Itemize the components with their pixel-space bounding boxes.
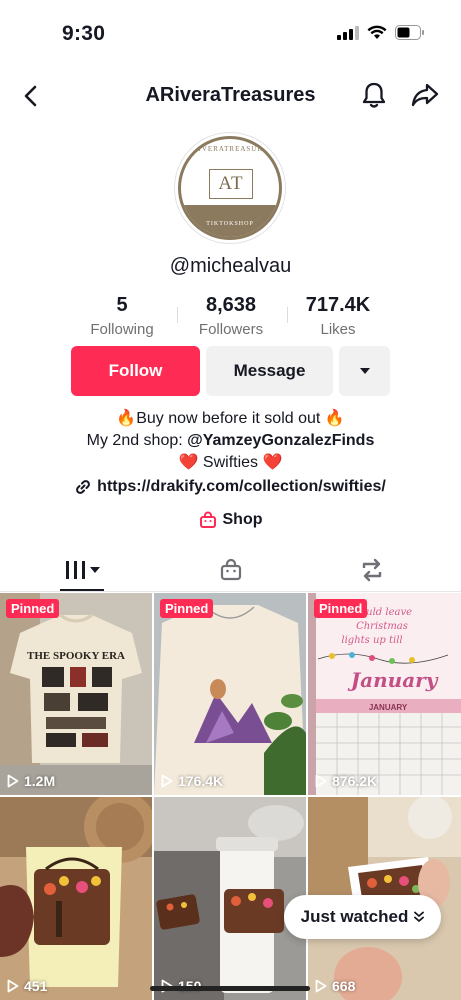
bio-line-1: 🔥Buy now before it sold out 🔥 — [116, 410, 345, 427]
view-count: 176.4K — [161, 773, 223, 789]
video-grid-icon — [66, 561, 100, 579]
avatar-top-text: ARIVERATREASURES — [186, 145, 274, 153]
view-count-text: 451 — [24, 978, 48, 994]
link-icon — [76, 480, 91, 494]
view-count-text: 1.2M — [24, 773, 56, 789]
shopping-bag-icon — [199, 511, 216, 528]
notifications-button[interactable] — [358, 79, 390, 111]
view-count: 876.2K — [315, 773, 377, 789]
stat-following[interactable]: 5 Following — [67, 294, 177, 338]
calendar-text-3: lights up till — [341, 635, 402, 646]
battery-icon — [395, 25, 425, 45]
pinned-badge: Pinned — [160, 599, 214, 618]
username: @michealvau — [169, 255, 292, 277]
view-count: 1.2M — [7, 773, 55, 789]
just-watched-button[interactable]: Just watched — [284, 895, 441, 939]
video-thumbnail-image — [0, 797, 152, 1000]
view-count: 451 — [7, 978, 47, 994]
video-thumbnail-image: THE SPOOKY ERA — [0, 593, 152, 795]
bio-mention-link[interactable]: @YamzeyGonzalezFinds — [187, 432, 374, 449]
video-thumbnail-image — [154, 797, 306, 1000]
wifi-icon — [367, 25, 387, 45]
play-icon — [7, 979, 19, 993]
content-tabs — [0, 548, 461, 592]
play-icon — [7, 774, 19, 788]
stat-label: Followers — [198, 321, 264, 338]
video-thumbnail[interactable]: 150 — [154, 797, 306, 1000]
profile-link-text: https://drakify.com/collection/swifties/ — [97, 478, 386, 495]
play-icon — [315, 979, 327, 993]
bell-icon — [362, 82, 386, 108]
video-thumbnail-image: We could leave Christmas lights up till … — [308, 593, 461, 795]
active-tab-indicator — [60, 589, 104, 591]
status-bar: 9:30 — [0, 0, 461, 66]
share-arrow-icon — [411, 83, 439, 107]
view-count: 668 — [315, 978, 355, 994]
avatar-logo: ARIVERATREASURES AT TIKTOKSHOP — [178, 136, 282, 240]
avatar-bottom-text: TIKTOKSHOP — [206, 221, 254, 227]
pinned-badge: Pinned — [6, 599, 60, 618]
bio-line-2-prefix: My 2nd shop: — [86, 432, 188, 449]
double-chevron-down-icon — [414, 911, 425, 922]
home-indicator — [150, 986, 310, 991]
bio-line-3: ❤️ Swifties ❤️ — [178, 454, 283, 471]
tab-reposts[interactable] — [295, 548, 449, 592]
view-count-text: 876.2K — [332, 773, 378, 789]
stat-value: 5 — [116, 294, 128, 316]
play-icon — [161, 774, 173, 788]
shop-link[interactable]: Shop — [0, 511, 461, 529]
tab-videos[interactable] — [6, 548, 160, 592]
shirt-title-text: THE SPOOKY ERA — [27, 650, 125, 662]
calendar-month-header: JANUARY — [369, 703, 408, 712]
video-thumbnail[interactable]: THE SPOOKY ERA Pinned 1.2M — [0, 593, 152, 795]
shopping-bag-icon — [220, 558, 242, 581]
cellular-signal-icon — [337, 25, 359, 45]
follow-button[interactable]: Follow — [71, 346, 200, 396]
view-count-text: 668 — [332, 978, 356, 994]
profile-header: ARiveraTreasures — [0, 74, 461, 118]
stat-value: 8,638 — [205, 294, 257, 316]
shop-label: Shop — [222, 511, 263, 528]
video-thumbnail[interactable]: We could leave Christmas lights up till … — [308, 593, 461, 795]
status-icons — [337, 25, 425, 45]
video-thumbnail[interactable]: Pinned 176.4K — [154, 593, 306, 795]
avatar-monogram: AT — [218, 173, 244, 194]
stat-label: Following — [90, 321, 154, 338]
calendar-text-2: Christmas — [356, 621, 408, 632]
profile-link[interactable]: https://drakify.com/collection/swifties/ — [0, 478, 461, 496]
video-thumbnail[interactable]: 451 — [0, 797, 152, 1000]
play-icon — [315, 774, 327, 788]
status-time: 9:30 — [62, 22, 106, 45]
view-count-text: 176.4K — [178, 773, 224, 789]
share-button[interactable] — [408, 79, 442, 111]
message-button[interactable]: Message — [206, 346, 333, 396]
profile-stats: 5 Following 8,638 Followers 717.4K Likes — [0, 294, 461, 340]
stat-likes[interactable]: 717.4K Likes — [283, 294, 393, 338]
tab-shop[interactable] — [154, 548, 308, 592]
avatar[interactable]: ARIVERATREASURES AT TIKTOKSHOP — [174, 132, 286, 244]
avatar-monogram-box: AT — [209, 169, 253, 199]
video-thumbnail-image — [154, 593, 306, 795]
calendar-month-script: January — [347, 668, 439, 692]
caret-down-icon — [359, 368, 370, 374]
page-title: ARiveraTreasures — [145, 84, 316, 106]
pinned-badge: Pinned — [314, 599, 368, 618]
stat-value: 717.4K — [305, 294, 371, 316]
just-watched-label: Just watched — [300, 907, 409, 926]
repost-icon — [362, 558, 382, 582]
stat-label: Likes — [320, 321, 356, 338]
bio-line-2: My 2nd shop: @YamzeyGonzalezFinds — [0, 430, 461, 452]
stat-followers[interactable]: 8,638 Followers — [176, 294, 286, 338]
more-options-button[interactable] — [339, 346, 390, 396]
profile-bio: 🔥Buy now before it sold out 🔥 My 2nd sho… — [0, 408, 461, 474]
